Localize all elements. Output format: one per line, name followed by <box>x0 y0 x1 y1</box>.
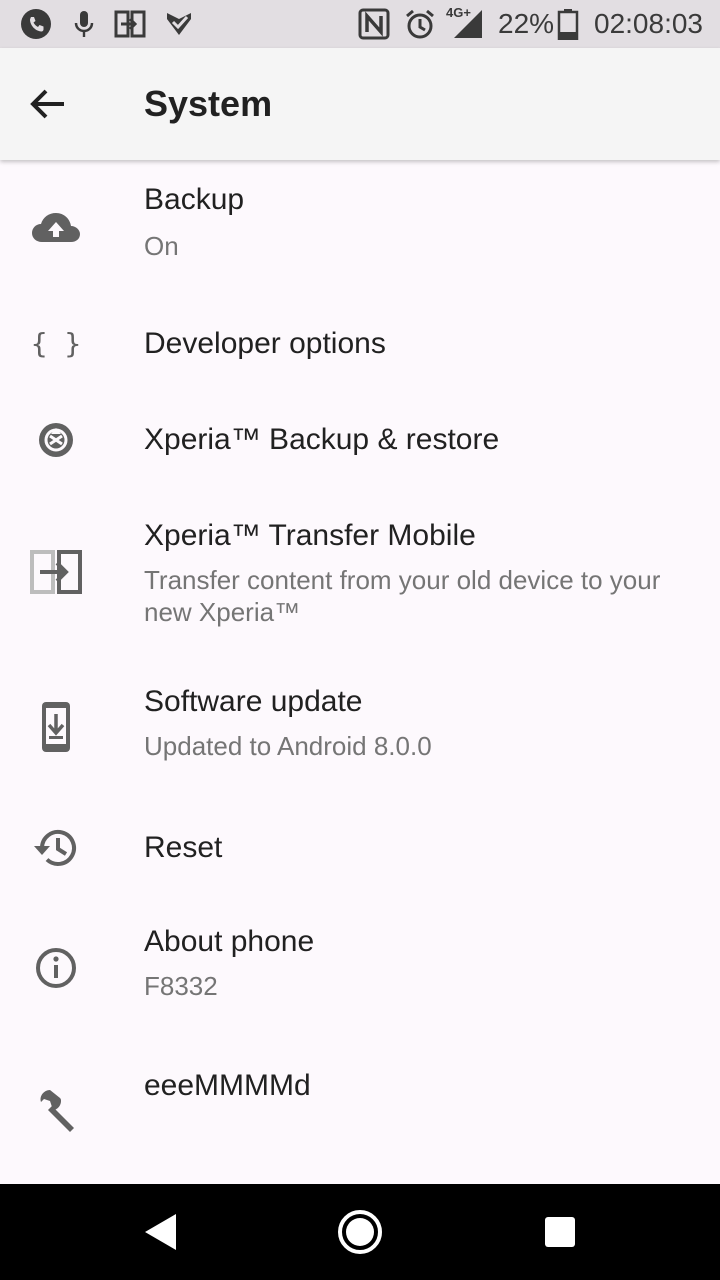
nav-recents-icon[interactable] <box>528 1200 592 1264</box>
task-icon <box>167 13 191 35</box>
settings-item-subtitle: F8332 <box>144 971 218 1001</box>
settings-item-subtitle: Updated to Android 8.0.0 <box>144 731 432 761</box>
settings-item-title: Backup <box>144 183 245 216</box>
settings-item-title: Reset <box>144 831 223 864</box>
signal-icon <box>454 10 482 38</box>
alarm-icon <box>406 9 434 39</box>
cloud-upload-icon <box>32 213 80 242</box>
wrench-icon <box>40 1090 74 1132</box>
settings-item-about-phone[interactable]: About phone F8332 <box>0 896 720 1040</box>
settings-item-subtitle: On <box>144 231 179 261</box>
settings-item-subtitle: Transfer content from your old device to… <box>144 565 661 627</box>
settings-item-reset[interactable]: Reset <box>0 800 720 896</box>
settings-item-title: Software update <box>144 685 363 718</box>
system-update-icon <box>42 702 70 752</box>
clock: 02:08:03 <box>594 8 703 39</box>
navigation-bar <box>0 1184 720 1280</box>
settings-list: Backup On { } Developer options Xperia™ … <box>0 160 720 1184</box>
battery-percent: 22% <box>498 8 555 39</box>
transfer-icon <box>30 550 82 594</box>
nfc-icon <box>358 8 390 40</box>
settings-item-eeemmmmd[interactable]: eeeMMMMd <box>0 1040 720 1184</box>
mic-icon <box>74 11 94 37</box>
battery-icon <box>557 9 579 40</box>
settings-item-developer-options[interactable]: { } Developer options <box>0 296 720 392</box>
settings-item-title: Xperia™ Transfer Mobile <box>144 519 476 552</box>
settings-item-title: Developer options <box>144 327 386 360</box>
call-icon <box>21 9 51 39</box>
nav-back-icon[interactable] <box>128 1200 192 1264</box>
info-icon <box>36 948 76 988</box>
app-bar: System <box>0 48 720 160</box>
history-icon <box>34 830 76 866</box>
settings-item-title: About phone <box>144 925 315 958</box>
status-bar: 4G+ 22% 02:08:03 <box>0 0 720 48</box>
settings-item-xperia-transfer-mobile[interactable]: Xperia™ Transfer Mobile Transfer content… <box>0 488 720 656</box>
nav-home-icon[interactable] <box>328 1200 392 1264</box>
transfer-icon <box>114 10 146 38</box>
braces-icon: { } <box>30 327 82 360</box>
settings-item-xperia-backup-restore[interactable]: Xperia™ Backup & restore <box>0 392 720 488</box>
xperia-backup-icon <box>39 423 73 457</box>
settings-item-title: Xperia™ Backup & restore <box>144 423 500 456</box>
arrow-back-icon <box>30 89 64 119</box>
settings-item-backup[interactable]: Backup On <box>0 160 720 296</box>
back-button[interactable] <box>24 80 88 128</box>
page-title: System <box>144 83 273 124</box>
settings-item-software-update[interactable]: Software update Updated to Android 8.0.0 <box>0 656 720 800</box>
settings-item-title: eeeMMMMd <box>144 1069 311 1102</box>
